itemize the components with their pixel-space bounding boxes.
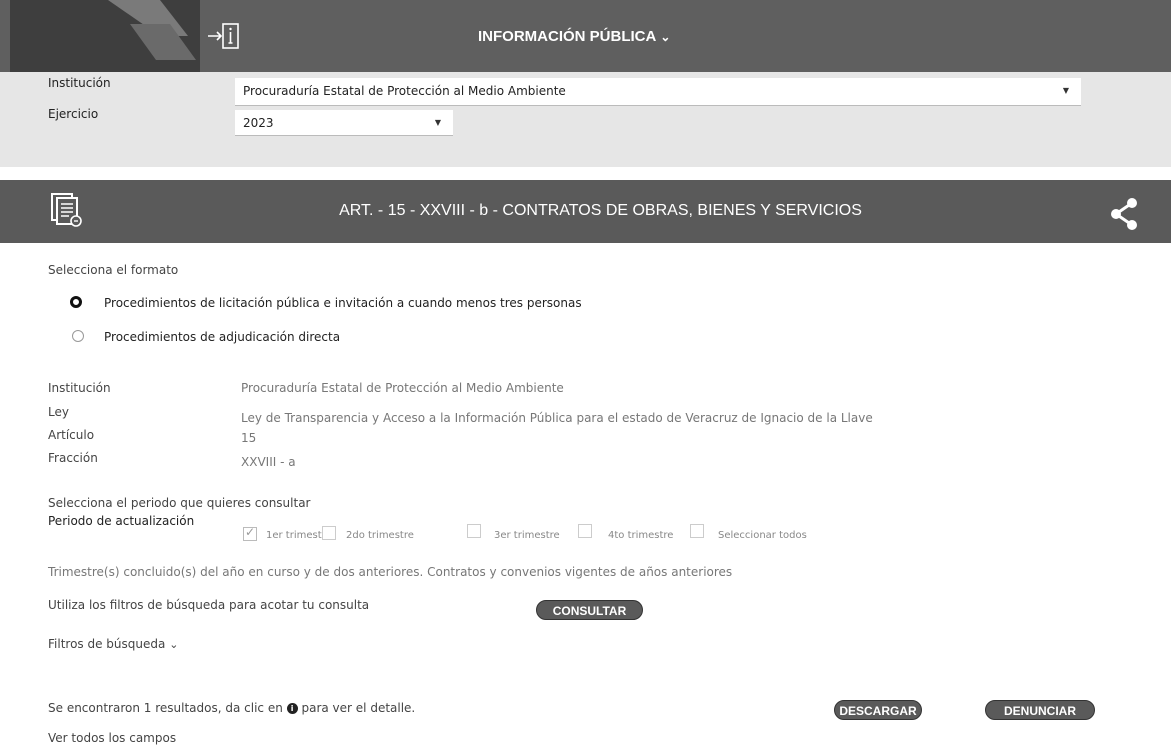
detail-fraction-value: XXVIII - a	[241, 455, 296, 469]
detail-fraction-label: Fracción	[48, 451, 98, 465]
radio-licitacion-label: Procedimientos de licitación pública e i…	[104, 296, 582, 310]
caret-down-icon: ▼	[1062, 86, 1069, 95]
logo-icon	[108, 0, 196, 60]
results-summary: Se encontraron 1 resultados, da clic en …	[48, 701, 416, 715]
checkbox-q3-label: 3er trimestre	[494, 530, 560, 541]
year-label: Ejercicio	[48, 107, 99, 121]
format-label: Selecciona el formato	[48, 263, 179, 277]
checkbox-select-all-label: Seleccionar todos	[718, 530, 807, 541]
detail-article-value: 15	[241, 431, 257, 445]
top-header: INFORMACIÓN PÚBLICA ⌄	[0, 0, 1171, 72]
detail-institution-value: Procuraduría Estatal de Protección al Me…	[241, 381, 564, 395]
detail-law-value: Ley de Transparencia y Acceso a la Infor…	[241, 411, 873, 425]
institution-select[interactable]: Procuraduría Estatal de Protección al Me…	[235, 78, 1081, 106]
institution-select-value: Procuraduría Estatal de Protección al Me…	[243, 84, 566, 98]
chevron-down-icon: ⌄	[169, 638, 179, 651]
article-title: ART. - 15 - XXVIII - b - CONTRATOS DE OB…	[339, 202, 862, 219]
period-label: Periodo de actualización	[48, 514, 195, 528]
radio-adjudicacion[interactable]	[72, 330, 84, 342]
checkbox-q3[interactable]	[467, 524, 481, 538]
consult-button[interactable]: CONSULTAR	[536, 600, 643, 620]
informacion-publica-menu[interactable]: INFORMACIÓN PÚBLICA ⌄	[478, 28, 670, 45]
period-prompt: Selecciona el periodo que quieres consul…	[48, 496, 311, 510]
info-icon: i	[286, 703, 298, 714]
menu-label: INFORMACIÓN PÚBLICA	[478, 28, 657, 45]
view-all-fields-link[interactable]: Ver todos los campos	[48, 731, 176, 745]
caret-down-icon: ▼	[434, 118, 441, 127]
detail-institution-label: Institución	[48, 381, 111, 395]
article-header: ART. - 15 - XXVIII - b - CONTRATOS DE OB…	[0, 180, 1171, 243]
share-icon[interactable]	[1108, 196, 1140, 232]
checkbox-select-all[interactable]	[690, 524, 704, 538]
download-button[interactable]: DESCARGAR	[834, 700, 922, 720]
search-filters-label: Filtros de búsqueda	[48, 637, 166, 651]
detail-law-label: Ley	[48, 405, 69, 419]
radio-licitacion[interactable]	[70, 296, 82, 308]
institution-label: Institución	[48, 76, 111, 90]
checkbox-q2[interactable]	[322, 526, 336, 540]
detail-article-label: Artículo	[48, 428, 95, 442]
report-button[interactable]: DENUNCIAR	[985, 700, 1095, 720]
period-note: Trimestre(s) concluido(s) del año en cur…	[48, 565, 733, 579]
checkbox-q2-label: 2do trimestre	[346, 530, 414, 541]
search-filters-toggle[interactable]: Filtros de búsqueda ⌄	[48, 637, 178, 651]
checkbox-q1[interactable]	[243, 525, 257, 541]
login-icon[interactable]	[206, 18, 242, 54]
checkbox-q4-label: 4to trimestre	[608, 530, 674, 541]
radio-adjudicacion-label: Procedimientos de adjudicación directa	[104, 330, 341, 344]
logo[interactable]	[10, 0, 200, 72]
year-select[interactable]: 2023 ▼	[235, 110, 453, 136]
search-hint: Utiliza los filtros de búsqueda para aco…	[48, 598, 370, 612]
checkbox-q4[interactable]	[578, 524, 592, 538]
chevron-down-icon: ⌄	[660, 30, 671, 44]
year-select-value: 2023	[243, 116, 274, 130]
